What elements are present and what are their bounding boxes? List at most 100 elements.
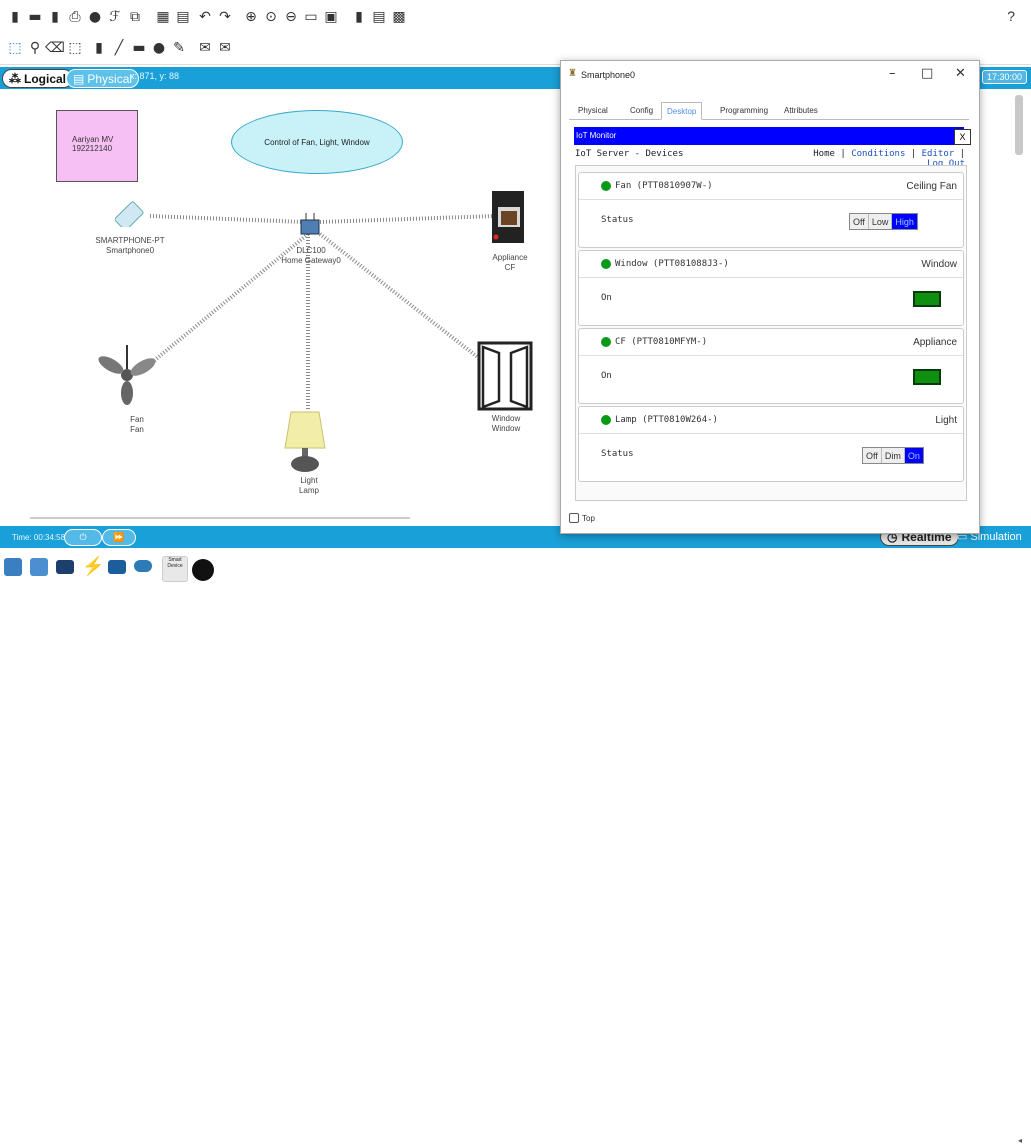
iot-monitor-title: IoT Monitor xyxy=(576,131,617,140)
power-icon: ⏻ xyxy=(79,532,87,542)
status-dot xyxy=(601,259,611,269)
device-card-cf[interactable]: CF (PTT0810MFYM-) Appliance On xyxy=(578,328,964,404)
nav-editor-link[interactable]: Editor xyxy=(922,149,955,159)
dialog-titlebar[interactable]: ♜ Smartphone0 – □ ✕ xyxy=(561,61,979,89)
undo-icon[interactable]: ↶ xyxy=(196,8,214,26)
smartphone-icon xyxy=(114,201,144,231)
connection-layer xyxy=(30,214,496,519)
clock-display: 17:30:00 xyxy=(981,70,1027,84)
fan-label: Fan Fan xyxy=(112,415,162,435)
miscellaneous-icon[interactable] xyxy=(108,560,126,574)
end-devices-icon[interactable] xyxy=(30,558,48,576)
line-icon[interactable]: ╱ xyxy=(110,39,128,57)
drawing-palette-icon[interactable]: ▭ xyxy=(302,8,320,26)
rectangle-icon[interactable]: ▬ xyxy=(130,39,148,57)
redo-icon[interactable]: ↷ xyxy=(216,8,234,26)
copy-icon[interactable]: ⧉ xyxy=(126,8,144,26)
wizard-icon[interactable]: ● xyxy=(86,8,104,26)
nav-conditions-link[interactable]: Conditions xyxy=(851,149,905,159)
smart-device-button[interactable]: Smart Device xyxy=(162,556,188,582)
ellipse-icon[interactable]: ● xyxy=(150,39,168,57)
fan-low-option[interactable]: Low xyxy=(868,214,893,229)
tab-physical-config[interactable]: Physical xyxy=(573,102,613,118)
fan-off-option[interactable]: Off xyxy=(850,214,869,229)
multiuser-icon[interactable] xyxy=(134,560,152,572)
scroll-right-icon[interactable]: ◂ xyxy=(1018,1136,1022,1145)
lamp-name: Lamp xyxy=(298,486,319,495)
lamp-dim-option[interactable]: Dim xyxy=(881,448,905,463)
help-icon[interactable]: ? xyxy=(1007,8,1015,24)
print-icon[interactable]: ⎙ xyxy=(66,8,84,26)
checkbox-box[interactable] xyxy=(569,513,579,523)
appliance-name: CF xyxy=(504,263,516,272)
main-toolbar: ▮ ▬ ▮ ⎙ ● ℱ ⧉ ▦ ▤ ↶ ↷ ⊕ ⊙ ⊖ ▭ ▣ ▮ ▤ ▩ ? xyxy=(0,0,1031,34)
minimize-button[interactable]: – xyxy=(889,66,896,81)
network-devices-icon[interactable] xyxy=(4,558,22,576)
inspect-icon[interactable]: ⚲ xyxy=(26,39,44,57)
nav-home-link[interactable]: Home xyxy=(813,149,835,159)
maximize-button[interactable]: □ xyxy=(921,66,933,81)
nav-separator: | xyxy=(834,149,852,159)
smartphone-device[interactable] xyxy=(114,197,155,231)
fast-forward-button[interactable]: ⏩ xyxy=(102,529,136,546)
connections-icon[interactable]: ⚡ xyxy=(82,556,104,576)
tab-physical[interactable]: ▤ Physical xyxy=(66,69,140,88)
viewport-icon[interactable]: ▮ xyxy=(350,8,368,26)
network-info-icon[interactable]: ℱ xyxy=(106,8,124,26)
select-icon[interactable]: ⬚ xyxy=(6,39,24,57)
tab-programming[interactable]: Programming xyxy=(715,102,773,118)
resize-icon[interactable]: ⬚ xyxy=(66,39,84,57)
top-checkbox[interactable]: Top xyxy=(569,513,595,523)
tab-desktop[interactable]: Desktop xyxy=(661,102,703,120)
device-name: Window (PTT081088J3-) xyxy=(615,259,729,269)
window-device[interactable] xyxy=(477,341,533,414)
power-cycle-button[interactable]: ⏻ xyxy=(64,529,102,546)
window-on-indicator[interactable] xyxy=(913,291,941,307)
open-icon[interactable]: ▬ xyxy=(26,8,44,26)
gateway-device[interactable] xyxy=(298,212,322,241)
device-type: Window xyxy=(921,259,957,270)
zoom-out-icon[interactable]: ⊖ xyxy=(282,8,300,26)
pdu-list-icon[interactable]: ▤ xyxy=(370,8,388,26)
vertical-scrollbar[interactable] xyxy=(1015,95,1023,155)
freeform-icon[interactable]: ✎ xyxy=(170,39,188,57)
image-icon[interactable]: ▩ xyxy=(390,8,408,26)
device-card-window[interactable]: Window (PTT081088J3-) Window On xyxy=(578,250,964,326)
delete-icon[interactable]: ⌫ xyxy=(45,39,65,57)
new-icon[interactable]: ▮ xyxy=(6,8,24,26)
device-name: Lamp (PTT0810W264-) xyxy=(615,415,718,425)
tab-attributes[interactable]: Attributes xyxy=(779,102,823,118)
tab-config[interactable]: Config xyxy=(625,102,658,118)
lamp-on-option[interactable]: On xyxy=(904,448,923,463)
device-card-fan[interactable]: Fan (PTT0810907W-) Ceiling Fan Status Of… xyxy=(578,172,964,248)
components-icon[interactable] xyxy=(56,560,74,574)
complex-pdu-icon[interactable]: ✉ xyxy=(216,39,234,57)
lamp-off-option[interactable]: Off xyxy=(863,448,882,463)
zoom-in-icon[interactable]: ⊕ xyxy=(242,8,260,26)
card-divider xyxy=(579,277,963,278)
save-icon[interactable]: ▮ xyxy=(46,8,64,26)
dialog-tabs: Physical Config Desktop Programming Attr… xyxy=(569,99,969,120)
close-button[interactable]: ✕ xyxy=(955,66,966,81)
note-icon[interactable]: ▮ xyxy=(90,39,108,57)
zoom-reset-icon[interactable]: ⊙ xyxy=(262,8,280,26)
custom-copy-icon[interactable]: ▤ xyxy=(174,8,192,26)
nav-separator: | xyxy=(954,149,965,159)
fan-device[interactable] xyxy=(97,345,157,408)
simple-pdu-icon[interactable]: ✉ xyxy=(196,39,214,57)
paste-icon[interactable]: ▦ xyxy=(154,8,172,26)
fan-high-option[interactable]: High xyxy=(892,214,917,229)
window-name: Window xyxy=(491,424,521,433)
device-type: Appliance xyxy=(913,337,957,348)
iot-close-button[interactable]: X xyxy=(954,129,971,145)
custom-device-icon[interactable]: ▣ xyxy=(322,8,340,26)
board-device-icon[interactable] xyxy=(192,559,214,581)
cf-on-indicator[interactable] xyxy=(913,369,941,385)
lamp-device[interactable] xyxy=(283,410,327,479)
card-divider xyxy=(579,355,963,356)
tab-logical[interactable]: ⁂ Logical xyxy=(2,69,74,88)
iot-server-title: IoT Server - Devices xyxy=(575,149,684,159)
appliance-device[interactable] xyxy=(490,189,528,252)
fan-model: Fan xyxy=(130,415,144,424)
device-card-lamp[interactable]: Lamp (PTT0810W264-) Light Status Off Dim… xyxy=(578,406,964,482)
